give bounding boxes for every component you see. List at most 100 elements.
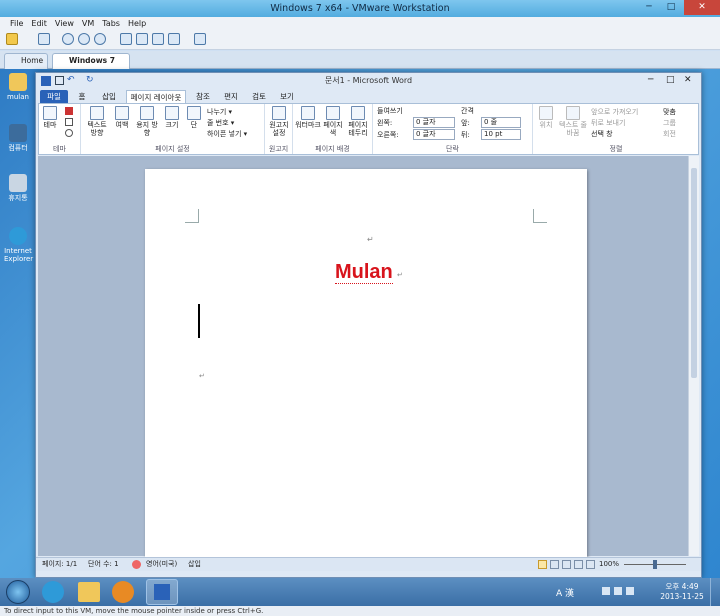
menu-file[interactable]: File [6, 17, 27, 30]
indent-right-input[interactable]: 0 글자 [413, 129, 455, 140]
rotate-button[interactable]: 회전 [663, 129, 676, 139]
revert-snapshot-icon[interactable] [78, 33, 90, 45]
tab-file[interactable]: 파일 [40, 90, 68, 103]
align-button[interactable]: 맞춤 [663, 107, 676, 117]
word-count[interactable]: 단어 수: 1 [88, 558, 119, 571]
unity-icon[interactable] [152, 33, 164, 45]
document-heading[interactable]: Mulan [335, 261, 393, 284]
orientation-icon [140, 106, 154, 120]
theme-effects-icon[interactable] [65, 129, 73, 137]
tab-references[interactable]: 참조 [192, 90, 214, 103]
word-maximize-button[interactable]: □ [666, 75, 675, 85]
tab-home[interactable]: Home [4, 53, 48, 69]
desktop-icon-recycle-bin[interactable]: 휴지통 [4, 174, 32, 202]
orientation-button[interactable]: 용지 방향 [135, 104, 159, 137]
outline-icon[interactable] [574, 560, 583, 569]
console-view-icon[interactable] [168, 33, 180, 45]
spacing-before-input[interactable]: 0 줄 [481, 117, 521, 128]
tab-mailings[interactable]: 편지 [220, 90, 242, 103]
word-minimize-button[interactable]: ─ [648, 75, 653, 85]
send-backward-button[interactable]: 뒤로 보내기 [591, 118, 625, 128]
watermark-button[interactable]: 워터마크 [295, 104, 321, 129]
full-screen-reading-icon[interactable] [550, 560, 559, 569]
desktop-icon-computer[interactable]: 컴퓨터 [4, 124, 32, 152]
theme-colors-icon[interactable] [65, 107, 73, 115]
full-screen-icon[interactable] [136, 33, 148, 45]
position-button[interactable]: 위치 [535, 104, 557, 129]
selection-pane-button[interactable]: 선택 창 [591, 129, 613, 139]
group-label-theme: 테마 [53, 145, 66, 153]
power-icon[interactable] [6, 33, 18, 45]
page-count[interactable]: 페이지: 1/1 [42, 558, 77, 571]
wrap-text-button[interactable]: 텍스트 줄 바꿈 [559, 104, 587, 137]
vertical-scrollbar[interactable] [688, 156, 699, 556]
hyphenation-button[interactable]: 하이픈 넣기 ▾ [207, 129, 247, 139]
menu-help[interactable]: Help [124, 17, 150, 30]
maximize-button[interactable]: □ [660, 0, 682, 15]
scroll-thumb[interactable] [691, 168, 697, 378]
volume-icon[interactable] [626, 587, 634, 595]
proofing-icon[interactable] [132, 560, 141, 569]
size-button[interactable]: 크기 [161, 104, 183, 129]
network-icon[interactable] [614, 587, 622, 595]
minimize-button[interactable]: ─ [638, 0, 660, 15]
text-direction-button[interactable]: 텍스트 방향 [85, 104, 109, 137]
columns-button[interactable]: 단 [185, 104, 203, 129]
fit-guest-icon[interactable] [194, 33, 206, 45]
tab-page-layout[interactable]: 페이지 레이아웃 [126, 90, 186, 103]
library-icon[interactable] [120, 33, 132, 45]
clock-date[interactable]: 2013-11-25 [658, 592, 706, 601]
recycle-bin-icon [9, 174, 27, 192]
group-page-background: 워터마크 페이지 색 페이지 테두리 페이지 배경 [293, 104, 373, 154]
manuscript-setup-button[interactable]: 원고지 설정 [267, 104, 291, 137]
menu-view[interactable]: View [51, 17, 78, 30]
margins-icon [115, 106, 129, 120]
taskbar-word-button[interactable] [146, 579, 178, 605]
tab-review[interactable]: 검토 [248, 90, 270, 103]
web-layout-icon[interactable] [562, 560, 571, 569]
theme-button[interactable]: 테마 [41, 104, 59, 129]
zoom-slider-thumb[interactable] [653, 560, 657, 569]
margin-corner [185, 209, 199, 223]
desktop-icon-mulan[interactable]: mulan [4, 73, 32, 101]
tab-home[interactable]: 홈 [74, 90, 90, 103]
size-icon [165, 106, 179, 120]
print-layout-icon[interactable] [538, 560, 547, 569]
taskbar-explorer-icon[interactable] [78, 582, 100, 602]
margins-button[interactable]: 여백 [111, 104, 133, 129]
start-button[interactable] [6, 580, 30, 604]
group-label-manuscript: 원고지 [268, 145, 289, 153]
group-button[interactable]: 그룹 [663, 118, 676, 128]
indent-left-input[interactable]: 0 글자 [413, 117, 455, 128]
line-numbers-button[interactable]: 줄 번호 ▾ [207, 118, 234, 128]
snapshot-icon[interactable] [62, 33, 74, 45]
bring-forward-button[interactable]: 앞으로 가져오기 [591, 107, 638, 117]
spacing-after-input[interactable]: 10 pt [481, 129, 521, 140]
theme-fonts-icon[interactable] [65, 118, 73, 126]
menu-edit[interactable]: Edit [27, 17, 51, 30]
snapshot-manager-icon[interactable] [94, 33, 106, 45]
clock-time[interactable]: 오후 4:49 [662, 581, 702, 592]
tab-windows7[interactable]: Windows 7 x64 [52, 53, 130, 79]
language-status[interactable]: 영어(미국) [146, 558, 177, 571]
notification-flag-icon[interactable] [602, 587, 610, 595]
insert-mode[interactable]: 삽입 [188, 558, 201, 571]
zoom-level[interactable]: 100% [599, 558, 619, 571]
show-desktop-button[interactable] [710, 578, 720, 606]
ime-indicator[interactable]: A 漢 [556, 586, 574, 599]
send-keys-icon[interactable] [38, 33, 50, 45]
tab-insert[interactable]: 삽입 [98, 90, 120, 103]
draft-icon[interactable] [586, 560, 595, 569]
desktop-icon-ie[interactable]: Internet Explorer [4, 227, 33, 263]
menu-vm[interactable]: VM [78, 17, 98, 30]
page-color-button[interactable]: 페이지 색 [321, 104, 345, 137]
menu-tabs[interactable]: Tabs [98, 17, 124, 30]
page-borders-button[interactable]: 페이지 테두리 [345, 104, 371, 137]
document-page[interactable]: ↵ Mulan ↵ ↵ [145, 169, 587, 559]
word-close-button[interactable]: ✕ [684, 75, 692, 85]
breaks-button[interactable]: 나누기 ▾ [207, 107, 232, 117]
tab-view[interactable]: 보기 [276, 90, 298, 103]
taskbar-ie-icon[interactable] [42, 581, 64, 603]
close-button[interactable]: ✕ [684, 0, 720, 15]
taskbar-media-player-icon[interactable] [112, 581, 134, 603]
